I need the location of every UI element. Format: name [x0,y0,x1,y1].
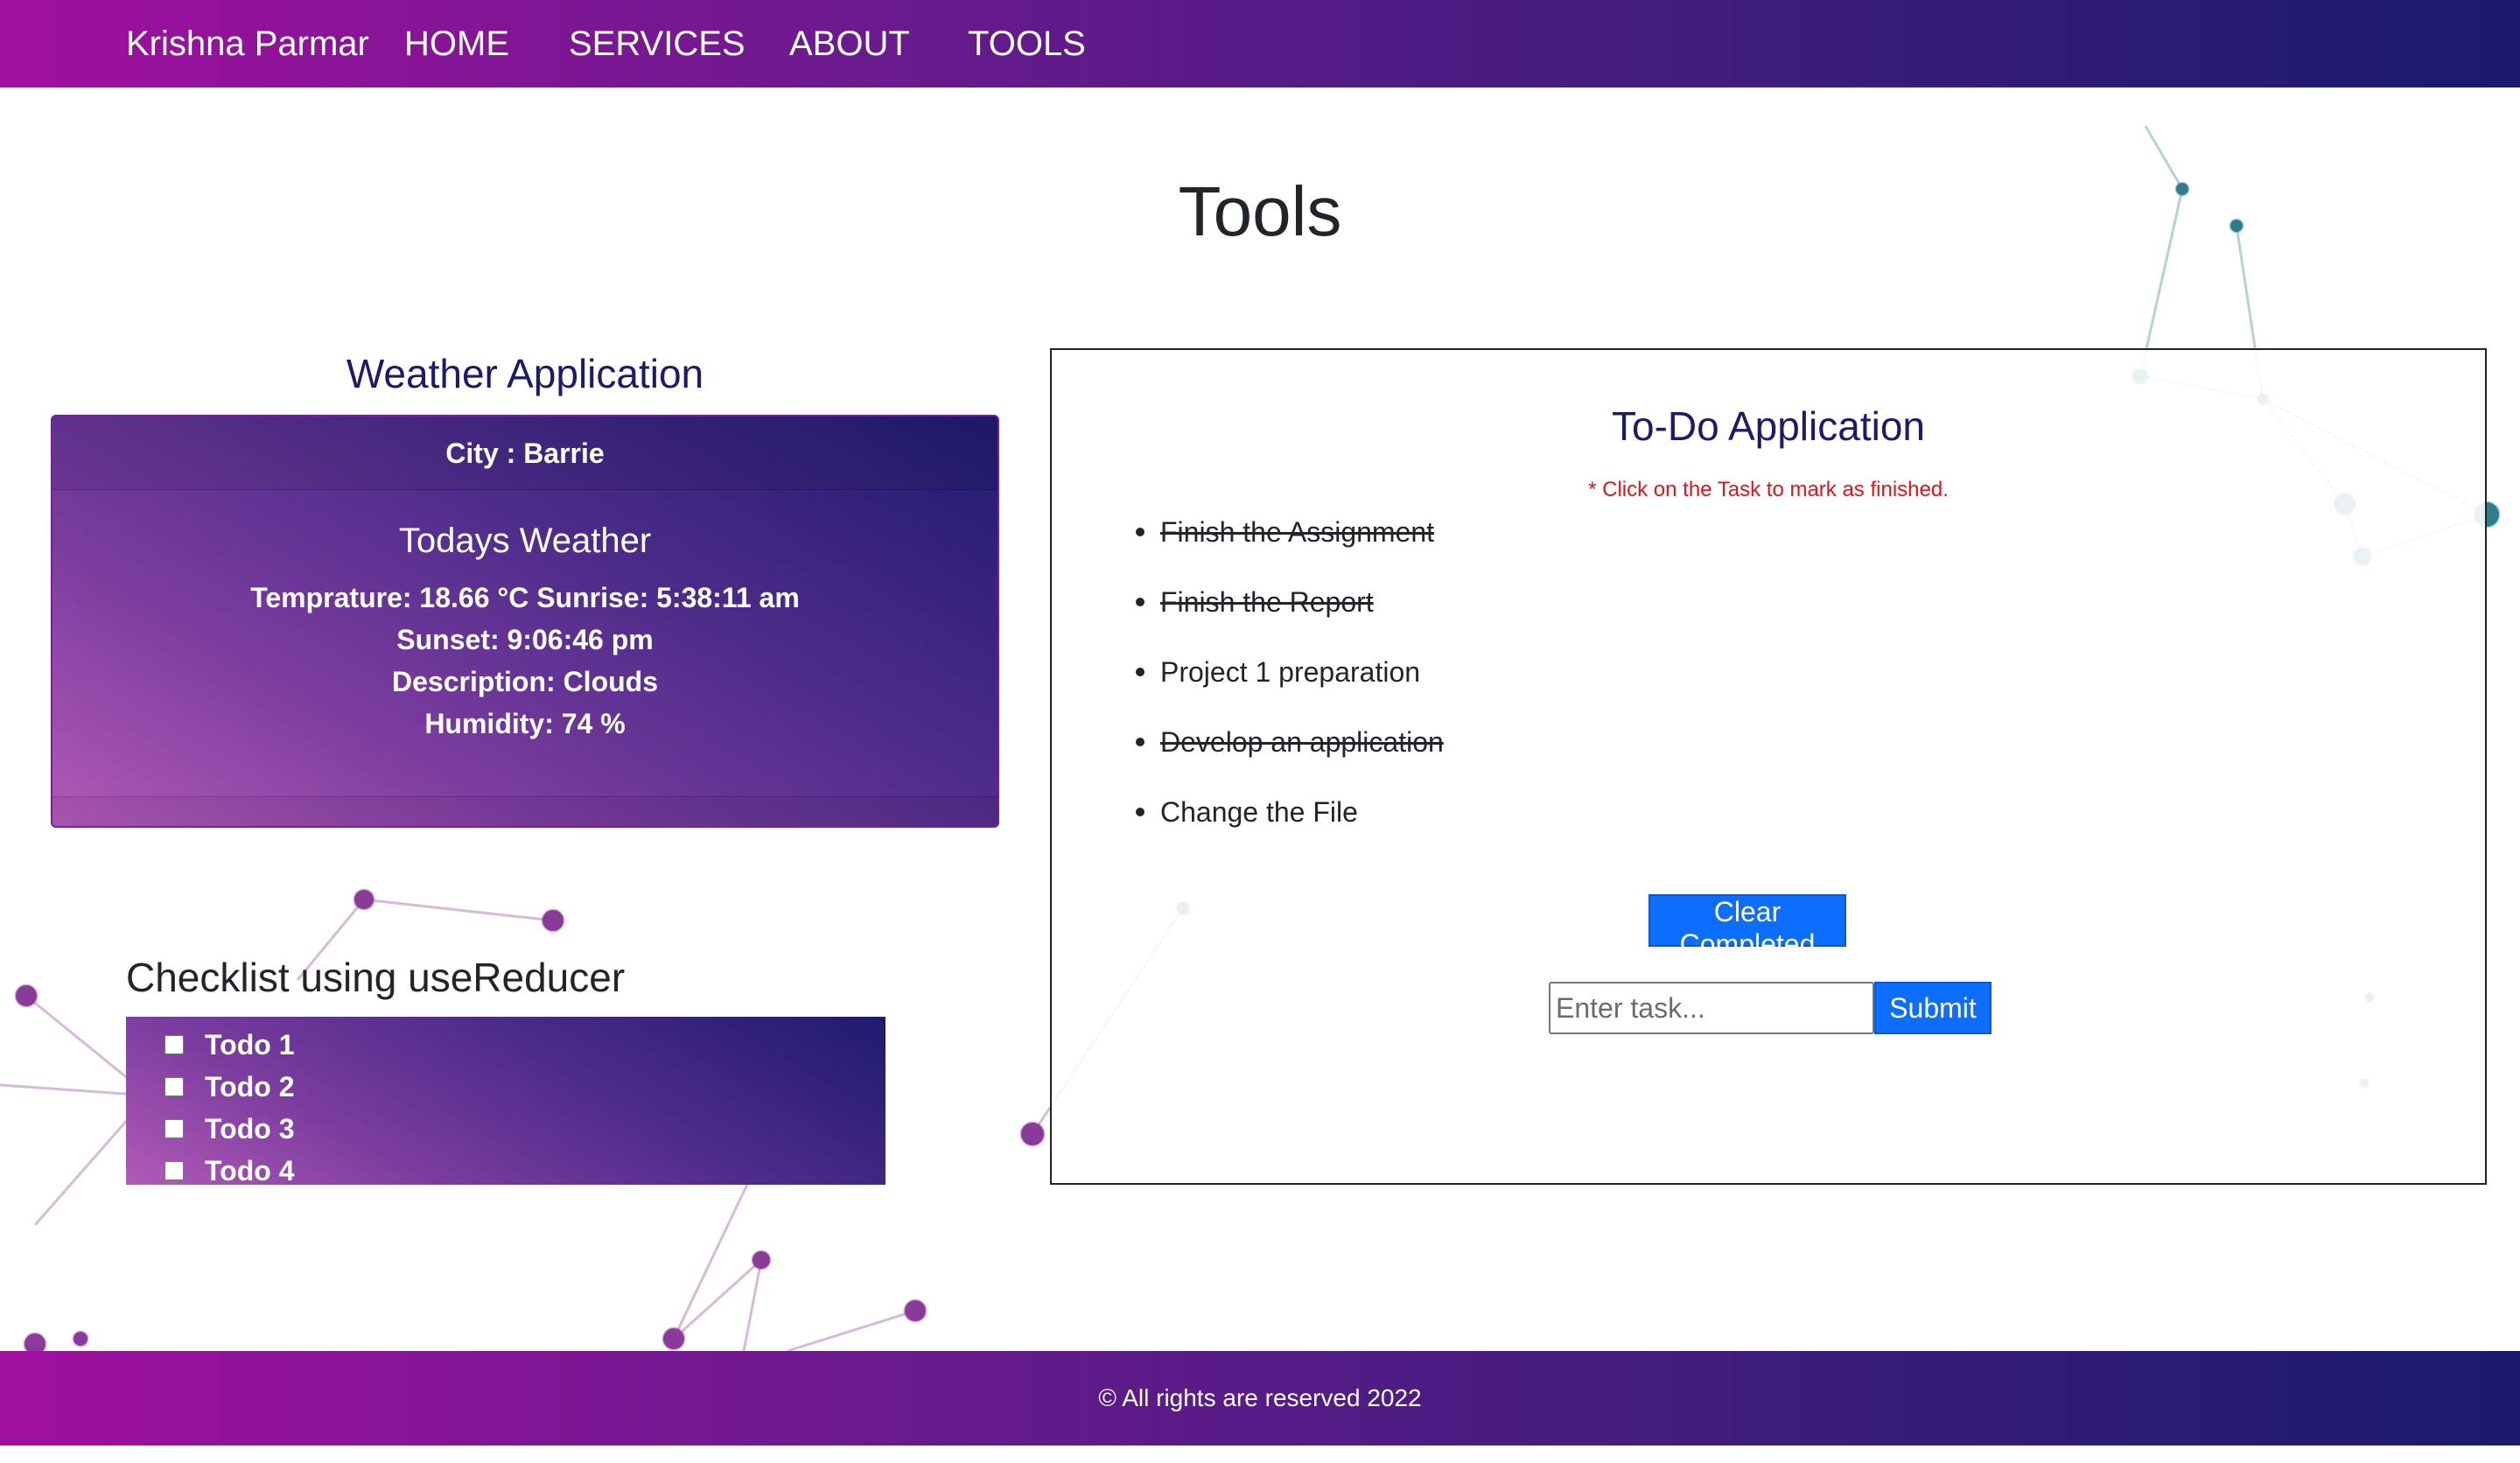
checklist-title: Checklist using useReducer [126,955,626,1000]
todo-item-text: Change the File [1160,795,1358,828]
page-title: Tools [1178,172,1342,250]
bullet-icon [1136,528,1144,536]
todo-list: Finish the Assignment Finish the Report … [1136,497,1444,847]
checklist-checkbox[interactable] [164,1161,184,1180]
footer-copyright: © All rights are reserved 2022 [1098,1384,1422,1411]
todo-item-text: Finish the Report [1160,585,1374,618]
weather-temp-sunrise: Temprature: 18.66 °C Sunrise: 5:38:11 am [250,582,800,613]
weather-sunset: Sunset: 9:06:46 pm [396,624,654,655]
weather-card-footer [52,796,998,826]
weather-body: Todays Weather Temprature: 18.66 °C Sunr… [52,490,998,745]
todo-item[interactable]: Finish the Report [1136,567,1444,637]
clear-completed-button[interactable]: Clear Completed [1648,894,1846,960]
todo-item[interactable]: Project 1 preparation [1136,637,1444,707]
bullet-icon [1136,668,1144,676]
todo-item-text: Develop an application [1160,725,1444,758]
nav-services-link[interactable]: SERVICES [569,24,746,64]
nav-tools-link[interactable]: TOOLS [968,24,1086,64]
weather-city: City : Barrie [52,416,998,490]
checklist-item[interactable]: Todo 2 [126,1066,886,1108]
checklist-item-label: Todo 4 [205,1154,295,1186]
checklist-item-label: Todo 1 [205,1028,295,1060]
task-input[interactable] [1549,982,1874,1034]
bullet-icon [1136,738,1144,746]
checklist-checkbox[interactable] [164,1077,184,1096]
bullet-icon [1136,808,1144,816]
weather-description: Description: Clouds [391,666,658,697]
todo-app-title: To-Do Application [1612,403,1925,449]
checklist-checkbox[interactable] [164,1119,184,1138]
checklist-item[interactable]: Todo 3 [126,1108,886,1150]
checklist-item[interactable]: Todo 1 [126,1024,886,1066]
top-navbar: Krishna Parmar HOME SERVICES ABOUT TOOLS [0,0,2520,88]
todo-item[interactable]: Finish the Assignment [1136,497,1444,567]
weather-app-title: Weather Application [346,351,704,396]
weather-card: City : Barrie Todays Weather Temprature:… [51,415,999,828]
checklist-panel: Todo 1 Todo 2 Todo 3 Todo 4 [126,1017,886,1186]
todo-item-text: Project 1 preparation [1160,655,1421,688]
checklist-item-label: Todo 3 [205,1112,295,1144]
checklist-checkbox[interactable] [164,1035,184,1054]
checklist-item-label: Todo 2 [205,1070,295,1102]
nav-about-link[interactable]: ABOUT [789,24,910,64]
nav-home-link[interactable]: HOME [404,24,509,64]
page-footer: © All rights are reserved 2022 [0,1351,2520,1446]
todo-card: To-Do Application * Click on the Task to… [1050,348,2487,1185]
brand-link[interactable]: Krishna Parmar [126,24,369,64]
todo-item-text: Finish the Assignment [1160,515,1435,548]
todo-item[interactable]: Change the File [1136,777,1444,847]
submit-button[interactable]: Submit [1874,982,1992,1034]
bullet-icon [1136,598,1144,606]
weather-subtitle: Todays Weather [398,522,652,560]
todo-item[interactable]: Develop an application [1136,707,1444,777]
checklist-item[interactable]: Todo 4 [126,1150,886,1192]
weather-humidity: Humidity: 74 % [424,708,626,739]
